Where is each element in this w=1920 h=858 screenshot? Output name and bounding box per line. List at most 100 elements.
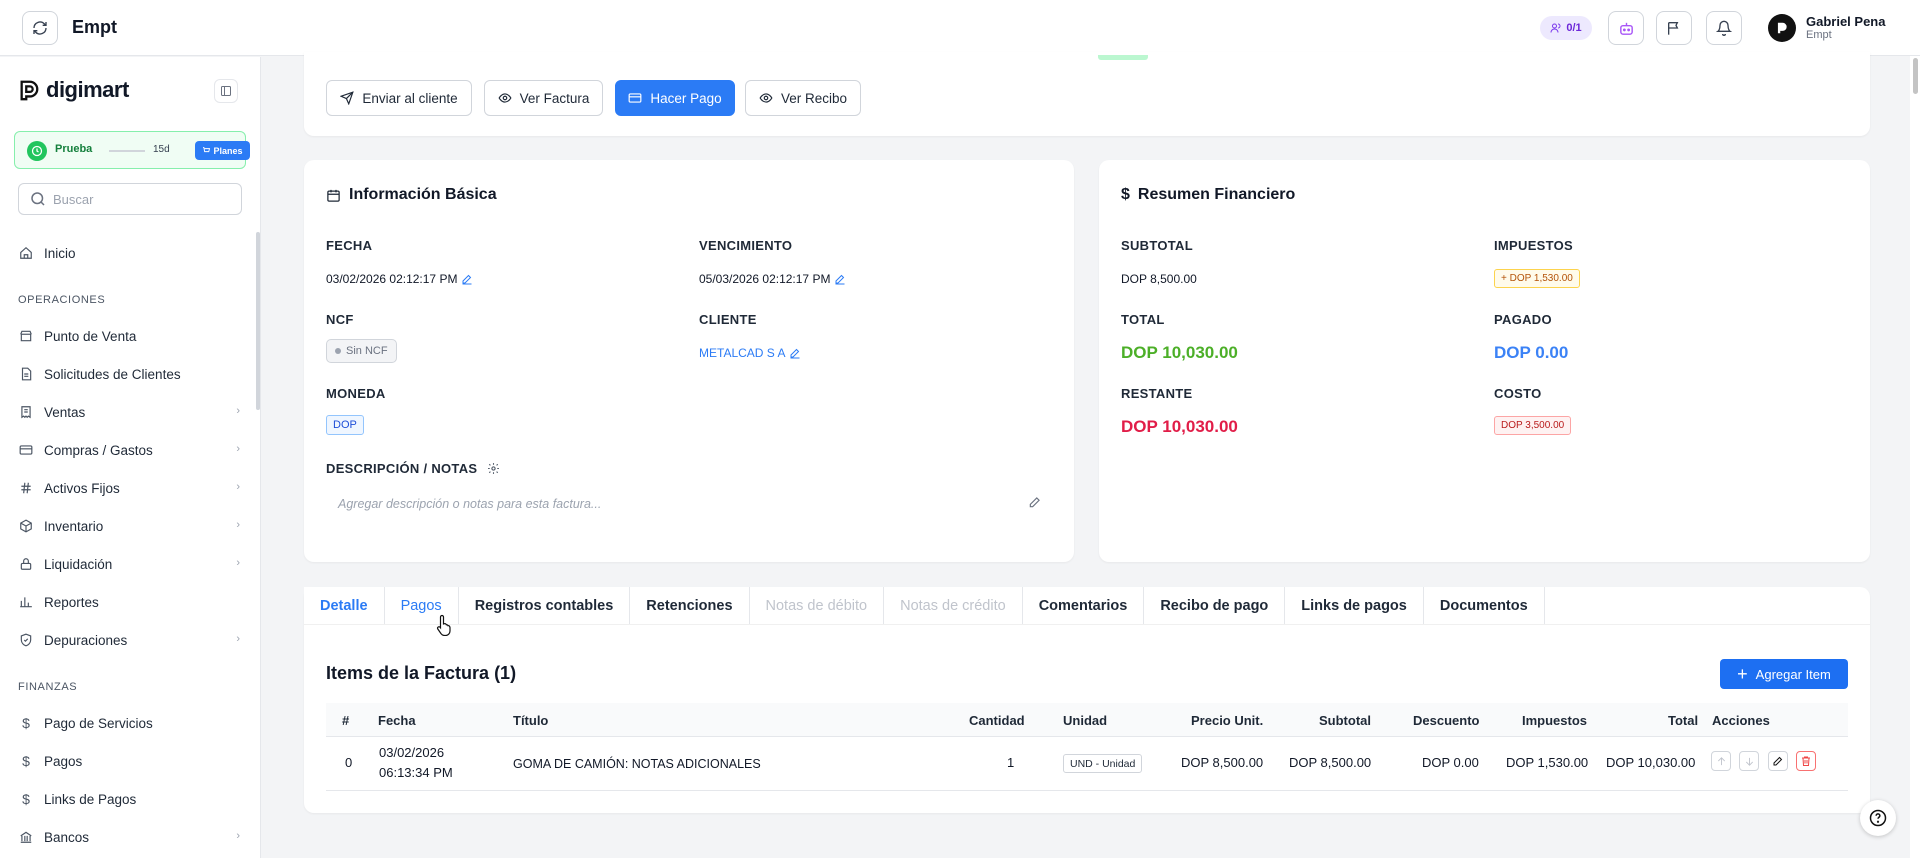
add-item-button[interactable]: + Agregar Item [1720,659,1848,689]
send-to-client-button[interactable]: Enviar al cliente [326,80,472,116]
dollar-icon: $ [22,791,30,807]
trial-days: 15d [153,144,170,155]
sidebar-item-pago-servicios[interactable]: $ Pago de Servicios [18,709,240,737]
gear-icon[interactable] [487,462,500,475]
move-up-button[interactable] [1711,751,1731,771]
cliente-value[interactable]: METALCAD S A [699,346,801,360]
moneda-label: MONEDA [326,386,386,401]
edit-item-button[interactable] [1768,751,1788,771]
sidebar-item-label: Compras / Gastos [44,442,153,458]
tab-notas-debito: Notas de débito [749,587,885,624]
sidebar-item-depuraciones[interactable]: Depuraciones › [18,626,240,654]
sidebar-item-label: Liquidación [44,556,113,572]
sidebar-item-inicio[interactable]: Inicio [18,239,240,267]
row-title-link[interactable]: GOMA DE CAMIÓN: NOTAS ADICIONALES [513,757,761,771]
sidebar-item-label: Solicitudes de Clientes [44,366,181,382]
dollar-icon: $ [22,715,30,731]
sidebar-item-punto-de-venta[interactable]: Punto de Venta [18,322,240,350]
sidebar-item-label: Pagos [44,753,83,769]
refresh-button[interactable] [22,11,58,45]
logo-text: digimart [46,77,129,102]
sidebar-scrollbar[interactable] [256,232,260,410]
tab-comentarios[interactable]: Comentarios [1022,587,1145,624]
delete-item-button[interactable] [1796,751,1816,771]
col-fecha: Fecha [378,713,416,728]
edit-pencil-icon[interactable] [834,273,846,285]
move-down-button[interactable] [1739,751,1759,771]
col-impuestos: Impuestos [1522,713,1588,728]
top-bar: Empt 0/1 Gabriel Pena Empt [0,0,1920,56]
tab-retenciones[interactable]: Retenciones [630,587,750,624]
search-input[interactable] [53,191,233,207]
dollar-icon: $ [1121,186,1130,203]
report-flag-button[interactable] [1656,11,1692,45]
section-finances: FINANZAS [18,681,78,693]
edit-pencil-icon[interactable] [461,273,473,285]
tab-registros-contables[interactable]: Registros contables [458,587,631,624]
bell-icon [1716,20,1732,36]
tab-bar: Detalle Pagos Registros contables Retenc… [304,587,1545,624]
cliente-link[interactable]: METALCAD S A [699,346,785,360]
sidebar-item-inventario[interactable]: Inventario › [18,512,240,540]
plans-button[interactable]: Planes [195,141,250,160]
tabs-divider [304,624,1870,625]
sidebar-item-ventas[interactable]: Ventas › [18,398,240,426]
chevron-right-icon: › [236,405,240,417]
sidebar-item-label: Bancos [44,829,90,845]
chevron-right-icon: › [236,830,240,842]
user-name[interactable]: Gabriel Pena [1806,14,1885,29]
restante-label: RESTANTE [1121,386,1193,401]
app-logo[interactable]: digimart [18,77,129,103]
row-discount: DOP 0.00 [1422,755,1479,770]
team-counter-badge[interactable]: 0/1 [1540,16,1592,40]
trial-banner: Prueba 15d Planes [14,131,250,169]
tab-recibo-pago[interactable]: Recibo de pago [1144,587,1286,624]
card-icon [18,443,34,457]
plans-label: Planes [213,145,243,156]
ncf-label: NCF [326,312,354,327]
sidebar-item-liquidacion[interactable]: Liquidación › [18,550,240,578]
user-avatar[interactable] [1768,14,1796,42]
refresh-icon [33,21,47,35]
users-icon [1550,23,1561,33]
tab-links-pagos[interactable]: Links de pagos [1285,587,1424,624]
col-cantidad: Cantidad [969,713,1025,728]
calendar-icon [327,189,340,202]
help-button[interactable] [1860,800,1896,836]
collapse-sidebar-button[interactable] [214,79,238,103]
sidebar-item-label: Ventas [44,404,86,420]
sidebar-item-reportes[interactable]: Reportes [18,588,240,616]
plus-icon: + [1737,664,1748,684]
edit-notes-icon[interactable] [1028,495,1042,509]
col-titulo: Título [513,713,549,728]
subtotal-value: DOP 8,500.00 [1121,272,1197,286]
tab-documentos[interactable]: Documentos [1423,587,1545,624]
notes-label-text: DESCRIPCIÓN / NOTAS [326,461,478,476]
sidebar-item-label: Punto de Venta [44,328,137,344]
view-receipt-button[interactable]: Ver Recibo [745,80,861,116]
view-invoice-label: Ver Factura [519,90,590,106]
sidebar-item-links-pagos[interactable]: $ Links de Pagos [18,785,240,813]
notifications-button[interactable] [1706,11,1742,45]
col-acciones: Acciones [1712,713,1770,728]
col-num: # [342,713,350,728]
sidebar-item-pagos[interactable]: $ Pagos [18,747,240,775]
chevron-right-icon: › [236,519,240,531]
assistant-button[interactable] [1608,11,1644,45]
page-scrollbar-thumb[interactable] [1913,58,1918,94]
chevron-right-icon: › [236,481,240,493]
col-precio-unit: Precio Unit. [1191,713,1264,728]
page-scrollbar[interactable] [1910,56,1920,858]
edit-pencil-icon[interactable] [789,347,801,359]
sidebar: digimart Prueba 15d Planes Inicio OPERAC… [0,57,261,858]
tab-detalle[interactable]: Detalle [304,587,385,624]
make-payment-button[interactable]: Hacer Pago [615,80,735,116]
sidebar-search[interactable] [18,183,242,215]
view-invoice-button[interactable]: Ver Factura [484,80,603,116]
sidebar-item-activos-fijos[interactable]: Activos Fijos › [18,474,240,502]
sidebar-item-bancos[interactable]: Bancos › [18,823,240,851]
sidebar-item-compras[interactable]: Compras / Gastos › [18,436,240,464]
sidebar-item-solicitudes[interactable]: Solicitudes de Clientes [18,360,240,388]
subtotal-label: SUBTOTAL [1121,238,1193,253]
notes-placeholder[interactable]: Agregar descripción o notas para esta fa… [338,497,601,511]
